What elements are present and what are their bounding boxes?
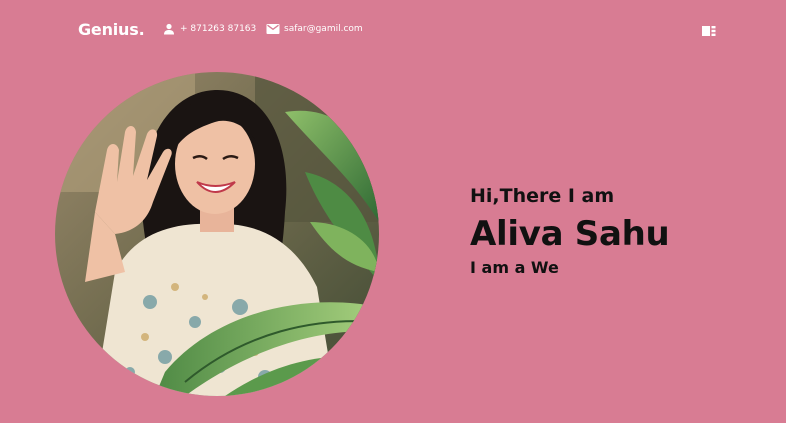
phone-contact[interactable]: + 871263 87163 <box>163 22 256 36</box>
hero-role: I am a We <box>470 258 559 277</box>
mail-icon <box>266 23 280 35</box>
menu-icon <box>702 22 716 41</box>
logo[interactable]: Genius. <box>78 20 145 40</box>
site-header: Genius. + 871263 87163 safar@gamil.com <box>0 0 786 60</box>
menu-button[interactable] <box>702 22 716 36</box>
hero-name: Aliva Sahu <box>470 214 670 254</box>
hero-greeting: Hi,There I am <box>470 185 615 207</box>
profile-photo <box>55 72 379 396</box>
phone-number: + 871263 87163 <box>180 24 257 34</box>
email-contact[interactable]: safar@gamil.com <box>266 22 363 36</box>
email-address: safar@gamil.com <box>284 24 363 34</box>
person-icon <box>163 23 175 35</box>
hero-intro: Hi,There I am Aliva Sahu I am a We <box>470 184 670 278</box>
